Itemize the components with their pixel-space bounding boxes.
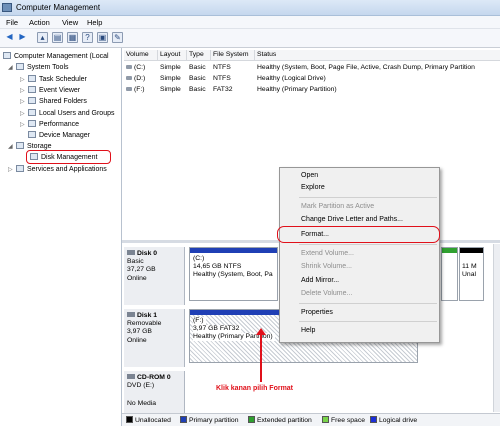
- back-arrow-icon[interactable]: ◀: [4, 32, 15, 43]
- disk0-info[interactable]: Disk 0 Basic 37,27 GB Online: [124, 247, 185, 305]
- disk-icon: [127, 250, 135, 255]
- storage-icon: [16, 142, 24, 149]
- menu-separator: [299, 321, 437, 322]
- menu-item-open[interactable]: Open: [301, 172, 318, 179]
- menu-item-help[interactable]: Help: [301, 327, 315, 334]
- partition-c[interactable]: (C:) 14,65 GB NTFS Healthy (System, Boot…: [189, 247, 278, 301]
- forward-arrow-icon[interactable]: ▶: [17, 32, 28, 43]
- computer-icon: [3, 52, 11, 59]
- legend-free: Free space: [322, 416, 365, 424]
- removable-drive-icon: [126, 87, 132, 91]
- menu-item-properties[interactable]: Properties: [301, 309, 333, 316]
- vertical-scrollbar[interactable]: [493, 244, 500, 412]
- settings-icon[interactable]: ✎: [112, 32, 123, 43]
- table-row[interactable]: (F:) Simple Basic FAT32 Healthy (Primary…: [124, 84, 494, 95]
- clock-icon: [28, 75, 36, 82]
- drive-icon: [126, 76, 132, 80]
- expand-arrow-icon[interactable]: ▷: [20, 87, 25, 94]
- tree-item-root[interactable]: Computer Management (Local: [3, 52, 109, 60]
- tree-item-shared-folders[interactable]: Shared Folders: [28, 97, 87, 105]
- disk1-info[interactable]: Disk 1 Removable 3,97 GB Online: [124, 309, 185, 367]
- collapse-arrow-icon[interactable]: ◢: [8, 143, 13, 150]
- disk-icon: [127, 312, 135, 317]
- column-layout[interactable]: Layout: [158, 50, 187, 61]
- tree-item-services[interactable]: Services and Applications: [16, 165, 107, 173]
- tree-item-device-manager[interactable]: Device Manager: [28, 131, 90, 139]
- table-row[interactable]: (D:) Simple Basic NTFS Healthy (Logical …: [124, 73, 494, 84]
- tree-panel-icon[interactable]: ▤: [52, 32, 63, 43]
- menu-file[interactable]: File: [6, 18, 18, 27]
- expand-arrow-icon[interactable]: ▷: [20, 110, 25, 117]
- menu-action[interactable]: Action: [29, 18, 50, 27]
- cdrom-icon: [127, 374, 135, 379]
- menu-item-mark-active: Mark Partition as Active: [301, 203, 375, 210]
- expand-arrow-icon[interactable]: ▷: [20, 98, 25, 105]
- column-file-system[interactable]: File System: [211, 50, 255, 61]
- window-title: Computer Management: [16, 3, 101, 12]
- help-icon[interactable]: ?: [82, 32, 93, 43]
- computer-management-icon: [2, 3, 12, 12]
- up-folder-icon[interactable]: ▴: [37, 32, 48, 43]
- annotation-text: Klik kanan pilih Format: [216, 385, 294, 392]
- tree-item-performance[interactable]: Performance: [28, 120, 79, 128]
- tools-icon: [16, 63, 24, 70]
- console-icon[interactable]: ▣: [97, 32, 108, 43]
- tree-item-system-tools[interactable]: System Tools: [16, 63, 69, 71]
- title-bar: Computer Management: [0, 0, 500, 16]
- legend-primary: Primary partition: [180, 416, 238, 424]
- menu-separator: [299, 197, 437, 198]
- menu-view[interactable]: View: [62, 18, 78, 27]
- menu-item-change-letter[interactable]: Change Drive Letter and Paths...: [301, 216, 403, 223]
- folder-icon: [28, 97, 36, 104]
- tree-item-event-viewer[interactable]: Event Viewer: [28, 86, 80, 94]
- collapse-arrow-icon[interactable]: ◢: [8, 64, 13, 71]
- tree-item-local-users[interactable]: Local Users and Groups: [28, 109, 114, 117]
- partition-unallocated[interactable]: 11 M Unal: [459, 247, 484, 301]
- device-manager-icon: [28, 131, 36, 138]
- column-volume[interactable]: Volume: [124, 50, 158, 61]
- highlight-disk-management: [26, 150, 111, 164]
- annotation-arrow: [260, 332, 262, 382]
- menu-bar: File Action View Help: [0, 16, 500, 29]
- menu-separator: [299, 303, 437, 304]
- toolbar: ◀ ▶ ▴ ▤ ▦ ? ▣ ✎: [0, 29, 500, 48]
- menu-separator: [299, 244, 437, 245]
- legend-logical: Logical drive: [370, 416, 417, 424]
- menu-item-shrink: Shrink Volume...: [301, 263, 352, 270]
- event-log-icon: [28, 86, 36, 93]
- context-menu: Open Explore Mark Partition as Active Ch…: [279, 167, 440, 343]
- legend-extended: Extended partition: [248, 416, 312, 424]
- partition-free[interactable]: [441, 247, 458, 301]
- tree-item-storage[interactable]: Storage: [16, 142, 52, 150]
- menu-help[interactable]: Help: [87, 18, 102, 27]
- menu-item-extend: Extend Volume...: [301, 250, 354, 257]
- performance-icon: [28, 120, 36, 127]
- properties-icon[interactable]: ▦: [67, 32, 78, 43]
- users-icon: [28, 109, 36, 116]
- legend-unallocated: Unallocated: [126, 416, 171, 424]
- table-row[interactable]: (C:) Simple Basic NTFS Healthy (System, …: [124, 62, 494, 73]
- legend-bar: Unallocated Primary partition Extended p…: [122, 413, 500, 426]
- column-status[interactable]: Status: [255, 50, 500, 61]
- menu-item-explore[interactable]: Explore: [301, 184, 325, 191]
- expand-arrow-icon[interactable]: ▷: [8, 166, 13, 173]
- column-type[interactable]: Type: [187, 50, 211, 61]
- cdrom-info[interactable]: CD-ROM 0 DVD (E:) No Media: [124, 371, 185, 413]
- menu-item-add-mirror[interactable]: Add Mirror...: [301, 277, 339, 284]
- expand-arrow-icon[interactable]: ▷: [20, 121, 25, 128]
- menu-item-delete: Delete Volume...: [301, 290, 353, 297]
- expand-arrow-icon[interactable]: ▷: [20, 76, 25, 83]
- tree-item-task-scheduler[interactable]: Task Scheduler: [28, 75, 87, 83]
- drive-icon: [126, 65, 132, 69]
- highlight-format: [277, 226, 440, 243]
- volume-list-header: Volume Layout Type File System Status: [124, 50, 500, 61]
- services-icon: [16, 165, 24, 172]
